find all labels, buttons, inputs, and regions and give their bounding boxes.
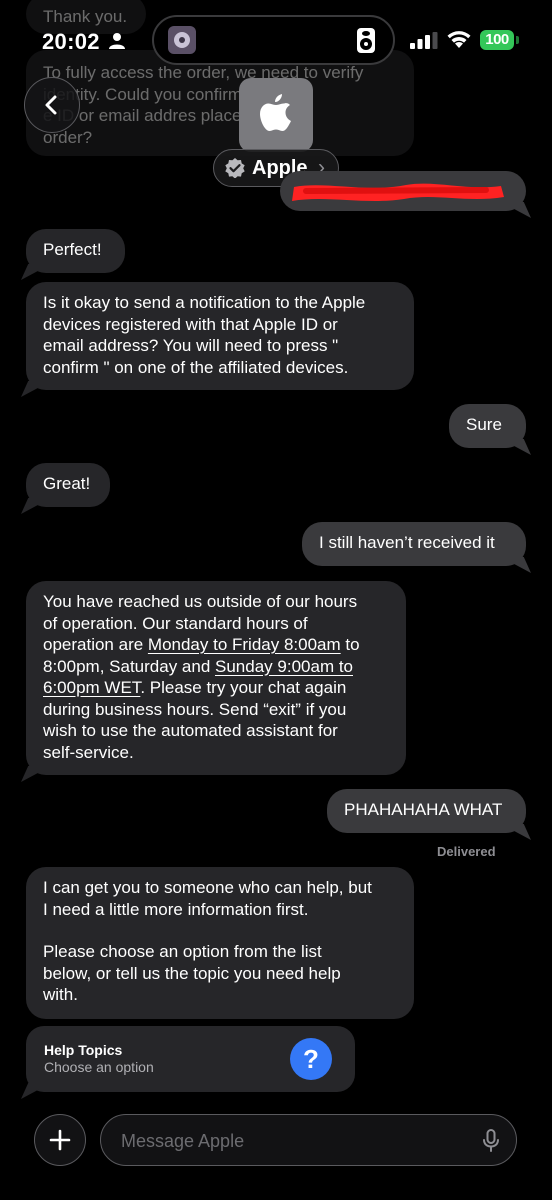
calendar-link[interactable]: Monday to Friday 8:00am xyxy=(148,635,341,654)
message-line: during business hours. Send “exit” if yo… xyxy=(43,699,347,719)
message-text: 8:00pm, Saturday and xyxy=(43,656,216,676)
calendar-link[interactable]: Sunday 9:00am to xyxy=(215,657,353,676)
album-art-icon xyxy=(168,26,196,54)
battery-cap xyxy=(516,36,519,44)
cellular-signal-icon xyxy=(410,32,438,49)
message-line: email address? You will need to press " xyxy=(43,336,339,355)
add-attachment-button[interactable] xyxy=(34,1114,86,1166)
message-line: self-service. xyxy=(43,742,134,762)
back-button[interactable] xyxy=(24,77,80,133)
message-bubble-incoming[interactable]: Perfect! xyxy=(21,229,125,280)
calendar-link[interactable]: 6:00pm WET xyxy=(43,678,140,697)
chevron-left-icon xyxy=(45,95,57,115)
person-icon xyxy=(109,33,125,49)
message-line: 8:00pm, Saturday and Sunday 9:00am to xyxy=(43,656,389,678)
message-text: to xyxy=(340,635,360,654)
message-text: Great! xyxy=(43,474,91,493)
message-line: order? xyxy=(43,127,93,147)
message-bubble-incoming[interactable]: Is it okay to send a notification to the… xyxy=(21,282,414,397)
message-bubble-incoming[interactable]: Great! xyxy=(21,463,110,514)
message-line: 6:00pm WET. Please try your chat again xyxy=(43,677,389,699)
message-line: of operation. Our standard hours of xyxy=(43,613,308,633)
message-input[interactable] xyxy=(119,1127,463,1155)
wifi-icon xyxy=(447,31,471,48)
message-bubble-incoming[interactable]: I can get you to someone who can help, b… xyxy=(26,867,414,1019)
message-line: e ID or email addres place the xyxy=(43,106,270,125)
message-text: PHAHAHAHA WHAT xyxy=(344,800,503,819)
verified-badge-icon xyxy=(225,158,245,178)
help-topics-card[interactable]: Help Topics Choose an option ? xyxy=(21,1026,355,1099)
question-mark-icon[interactable]: ? xyxy=(290,1038,332,1080)
message-line: identity. Could you confirm the xyxy=(43,84,271,104)
message-text: operation are xyxy=(43,635,148,654)
plus-icon xyxy=(49,1129,71,1151)
contact-avatar[interactable] xyxy=(239,78,313,152)
message-line: operation are Monday to Friday 8:00am to xyxy=(43,634,389,656)
microphone-icon[interactable] xyxy=(482,1129,500,1153)
message-bubble-outgoing-redacted[interactable] xyxy=(280,171,531,218)
help-topics-subtitle: Choose an option xyxy=(44,1059,154,1075)
battery-level: 100 xyxy=(485,31,509,48)
message-line: below, or tell us the topic you need hel… xyxy=(43,963,341,983)
message-line: You have reached us outside of our hours xyxy=(43,592,358,611)
message-text: . Please try your chat again xyxy=(140,678,347,697)
message-text: I still haven’t received it xyxy=(319,533,495,552)
message-line: devices registered with that Apple ID or xyxy=(43,314,338,334)
message-line: I need a little more information first. xyxy=(43,899,309,919)
message-text: Sure xyxy=(466,415,502,434)
speaker-icon xyxy=(357,28,375,53)
message-text: Perfect! xyxy=(43,240,102,259)
delivered-status: Delivered xyxy=(437,844,496,859)
message-line: wish to use the automated assistant for xyxy=(43,721,338,740)
redaction-scribble xyxy=(292,183,504,201)
apple-logo-icon xyxy=(260,94,291,131)
battery-icon: 100 xyxy=(480,30,514,50)
message-line: Is it okay to send a notification to the… xyxy=(43,293,366,312)
message-line: Please choose an option from the list xyxy=(43,942,322,961)
message-bubble-outgoing[interactable]: Sure xyxy=(449,404,531,455)
status-time: 20:02 xyxy=(42,29,100,54)
message-bubble-outgoing[interactable]: PHAHAHAHA WHAT xyxy=(327,789,531,840)
message-line: I can get you to someone who can help, b… xyxy=(43,878,372,897)
message-input-field[interactable] xyxy=(100,1114,517,1166)
question-mark-glyph: ? xyxy=(303,1044,319,1074)
status-bar: 20:02 100 xyxy=(0,0,552,78)
message-bubble-incoming[interactable]: You have reached us outside of our hours… xyxy=(21,581,406,782)
message-line: confirm " on one of the affiliated devic… xyxy=(43,357,349,377)
dynamic-island[interactable] xyxy=(152,15,395,65)
help-topics-title: Help Topics xyxy=(44,1042,123,1058)
message-bubble-outgoing[interactable]: I still haven’t received it xyxy=(302,522,531,573)
message-line: with. xyxy=(43,985,78,1004)
